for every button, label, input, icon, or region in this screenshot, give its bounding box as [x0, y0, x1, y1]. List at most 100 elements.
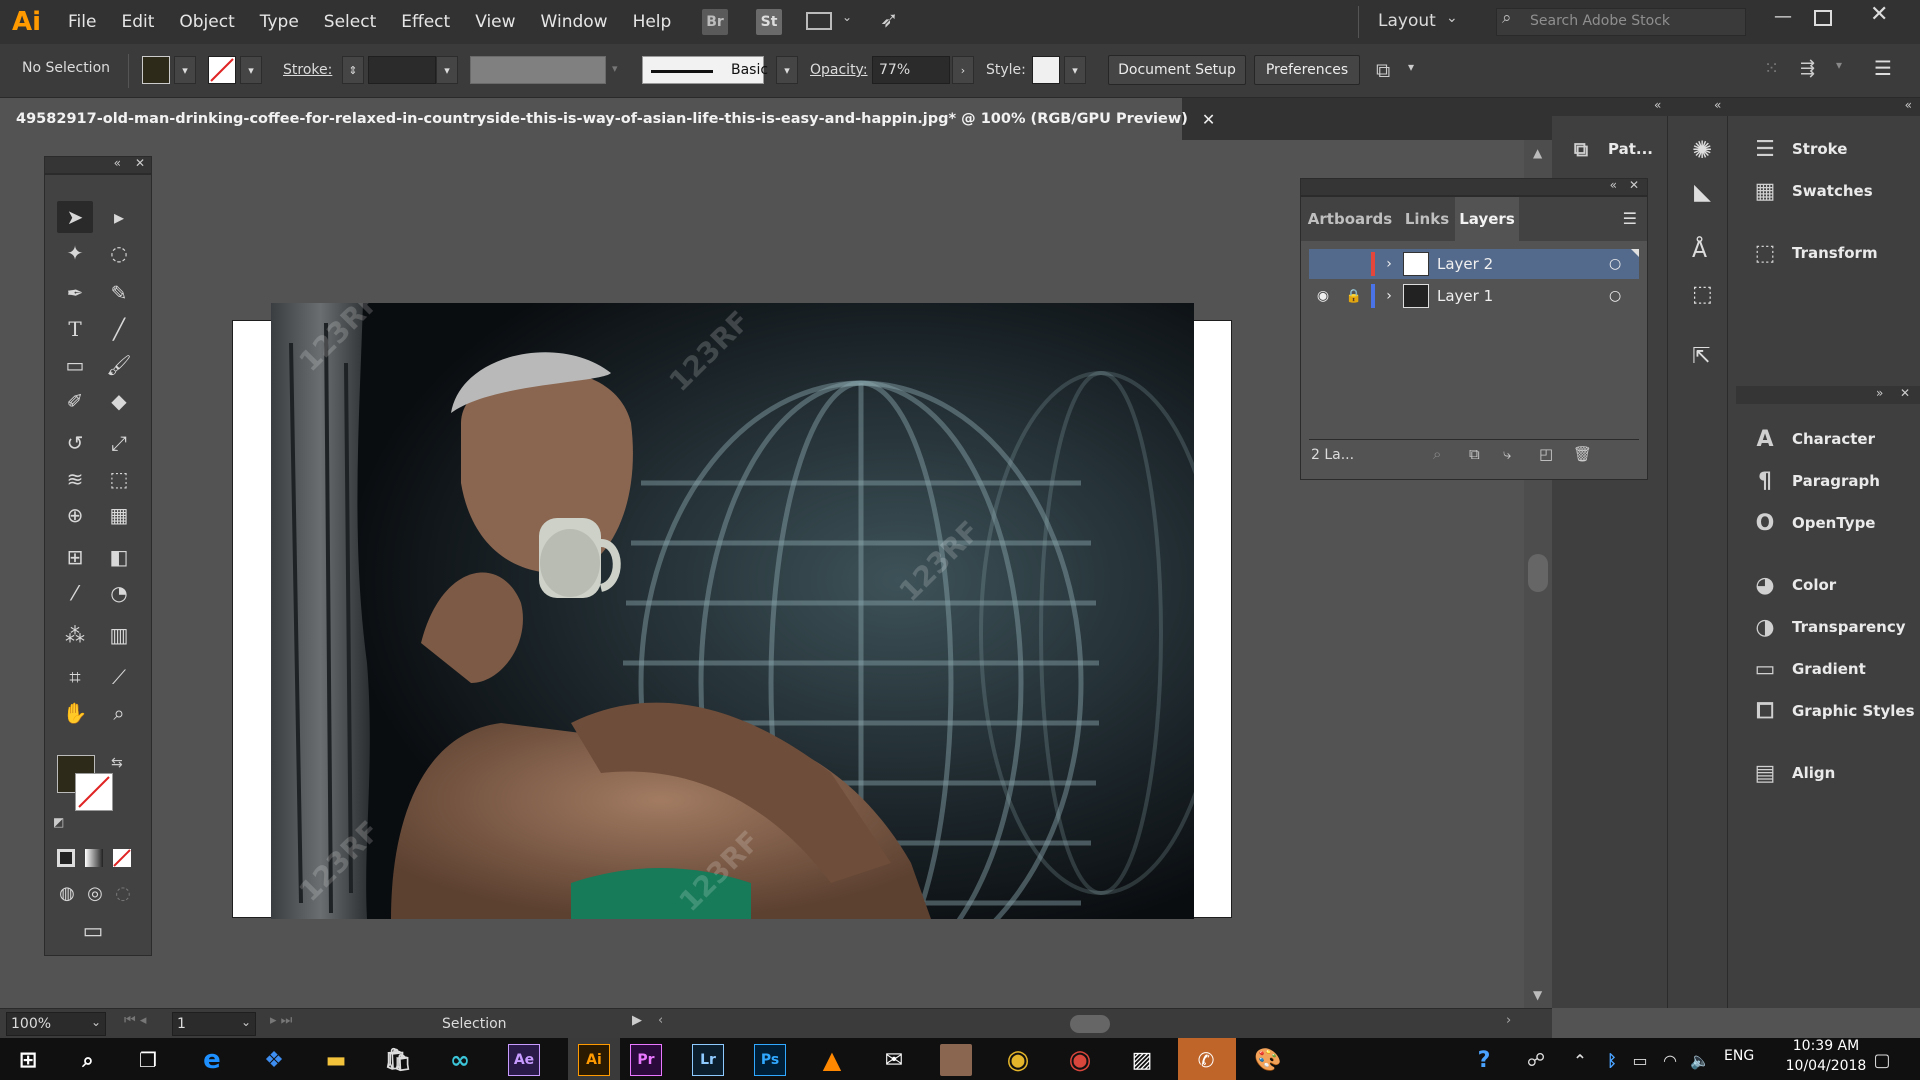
paintbrush-tool-icon[interactable]: 🖌 — [101, 349, 137, 381]
menu-edit[interactable]: Edit — [121, 12, 154, 32]
document-setup-button[interactable]: Document Setup — [1108, 55, 1246, 85]
menu-type[interactable]: Type — [260, 12, 299, 32]
chevron-down-icon[interactable]: ⌄ — [241, 1015, 251, 1029]
target-circle-icon[interactable]: ○ — [1609, 256, 1639, 272]
align-panel-button[interactable]: ▤ Align — [1752, 760, 1836, 786]
photoshop-icon[interactable]: Ps — [754, 1044, 786, 1076]
tools-panel-header[interactable]: « ✕ — [44, 156, 152, 174]
menu-file[interactable]: File — [68, 12, 96, 32]
stock-button[interactable]: St — [756, 9, 782, 35]
color-panel-button[interactable]: ◕ Color — [1752, 572, 1836, 598]
perspective-grid-tool-icon[interactable]: ▦ — [101, 499, 137, 531]
workspace-switcher[interactable]: Layout — [1378, 11, 1436, 31]
zoom-tool-icon[interactable]: ⌕ — [101, 697, 137, 729]
zoom-field[interactable]: 100% ⌄ — [6, 1012, 106, 1036]
chevron-down-icon[interactable]: ▾ — [1408, 60, 1414, 74]
collapse-icon[interactable]: « — [1654, 98, 1661, 112]
status-menu-icon[interactable]: ▶ — [632, 1013, 642, 1028]
graphic-styles-panel-button[interactable]: ⧠ Graphic Styles — [1752, 698, 1914, 724]
input-language[interactable]: ENG — [1724, 1048, 1754, 1064]
placed-photo[interactable]: 123RF 123RF 123RF 123RF 123RF — [271, 303, 1194, 919]
style-dropdown[interactable]: ▾ — [1064, 56, 1086, 84]
mesh-tool-icon[interactable]: ⊞ — [57, 541, 93, 573]
swap-fill-stroke-icon[interactable]: ⇆ — [111, 755, 123, 771]
eyedropper-tool-icon[interactable]: ⁄ — [57, 577, 93, 609]
brightness-icon[interactable]: ✺ — [1692, 136, 1712, 164]
stroke-weight-dropdown[interactable]: ▾ — [436, 56, 458, 84]
none-mode-icon[interactable] — [113, 849, 131, 867]
artboard-tool-icon[interactable]: ⌗ — [57, 661, 93, 693]
pen-tool-icon[interactable]: ✒ — [57, 277, 93, 309]
chrome-icon[interactable]: ◉ — [1064, 1044, 1096, 1076]
export-icon[interactable]: ⇱ — [1692, 344, 1710, 369]
hand-tool-icon[interactable]: ✋ — [57, 697, 93, 729]
symbol-sprayer-tool-icon[interactable]: ⁂ — [57, 619, 93, 651]
layer-row[interactable]: ◉ 🔒 › Layer 1 ○ — [1309, 281, 1639, 311]
tab-artboards[interactable]: Artboards — [1301, 197, 1399, 241]
mail-icon[interactable]: ✉ — [878, 1044, 910, 1076]
expand-layer-icon[interactable]: › — [1375, 288, 1403, 304]
close-window-icon[interactable]: ✕ — [1870, 2, 1888, 27]
chevron-up-icon[interactable]: ⌃ — [1564, 1044, 1596, 1076]
gradient-tool-icon[interactable]: ◧ — [101, 541, 137, 573]
fill-dropdown[interactable]: ▾ — [174, 56, 196, 84]
pathfinder-panel-button[interactable]: ⧉ Pat... — [1568, 136, 1653, 162]
curvature-tool-icon[interactable]: ✎ — [101, 277, 137, 309]
stroke-swatch[interactable] — [208, 56, 236, 84]
edge-icon[interactable]: e — [196, 1044, 228, 1076]
arrange-icon[interactable]: ⧉ — [1376, 58, 1390, 82]
free-transform-tool-icon[interactable]: ⬚ — [101, 463, 137, 495]
gradient-mode-icon[interactable] — [85, 849, 103, 867]
layers-panel-header[interactable]: « ✕ — [1300, 178, 1648, 196]
search-icon[interactable]: ⌕ — [72, 1044, 104, 1076]
rectangle-tool-icon[interactable]: ▭ — [57, 349, 93, 381]
opacity-label[interactable]: Opacity: — [810, 62, 868, 78]
scroll-right-icon[interactable]: › — [1506, 1013, 1511, 1028]
minimize-icon[interactable]: — — [1774, 6, 1792, 27]
brush-dropdown[interactable]: ▾ — [776, 56, 798, 84]
gradient-panel-button[interactable]: ▭ Gradient — [1752, 656, 1866, 682]
menu-object[interactable]: Object — [179, 12, 234, 32]
shaper-tool-icon[interactable]: ✐ — [57, 385, 93, 417]
opacity-slider-toggle[interactable]: › — [952, 56, 974, 84]
chevron-down-icon[interactable]: ⌄ — [842, 10, 852, 24]
variable-width-profile[interactable] — [470, 56, 606, 84]
clock-date[interactable]: 10/04/2018 — [1776, 1058, 1876, 1074]
expand-icon[interactable]: » — [1876, 386, 1883, 400]
lasso-tool-icon[interactable]: ◌ — [101, 237, 137, 269]
fill-swatch[interactable] — [142, 56, 170, 84]
direct-selection-tool-icon[interactable]: ▸ — [101, 201, 137, 233]
swatches-panel-button[interactable]: ▦ Swatches — [1752, 178, 1873, 204]
transform-panel-button[interactable]: ⬚ Transform — [1752, 240, 1878, 266]
infinity-app-icon[interactable]: ∞ — [444, 1044, 476, 1076]
restore-icon[interactable] — [1814, 10, 1832, 26]
scroll-left-icon[interactable]: ‹ — [658, 1013, 663, 1028]
chevron-down-icon[interactable]: ⌄ — [1446, 10, 1458, 26]
help-icon[interactable]: ? — [1468, 1044, 1500, 1076]
new-sublayer-icon[interactable]: ⤷ — [1503, 445, 1511, 463]
transparency-panel-button[interactable]: ◑ Transparency — [1752, 614, 1905, 640]
menu-select[interactable]: Select — [324, 12, 376, 32]
close-icon[interactable]: ✕ — [135, 156, 145, 170]
document-tab[interactable]: 49582917-old-man-drinking-coffee-for-rel… — [0, 98, 1215, 140]
paragraph-panel-button[interactable]: ¶ Paragraph — [1752, 468, 1880, 494]
menu-effect[interactable]: Effect — [401, 12, 450, 32]
notification-app-icon[interactable]: ✆ — [1190, 1044, 1222, 1076]
shape-icon[interactable]: ◣ — [1694, 180, 1711, 205]
people-icon[interactable]: ☍ — [1520, 1044, 1552, 1076]
magic-wand-tool-icon[interactable]: ✦ — [57, 237, 93, 269]
clock-time[interactable]: 10:39 AM — [1776, 1038, 1876, 1054]
symbols-icon[interactable]: ⬚ — [1692, 282, 1713, 307]
type-tool-icon[interactable]: T — [57, 313, 93, 345]
close-icon[interactable]: ✕ — [1629, 178, 1639, 192]
slice-tool-icon[interactable]: ⟋ — [101, 661, 137, 693]
stroke-weight-input[interactable] — [368, 56, 436, 84]
column-graph-tool-icon[interactable]: ▥ — [101, 619, 137, 651]
collapse-icon[interactable]: « — [1714, 98, 1721, 112]
expand-layer-icon[interactable]: › — [1375, 256, 1403, 272]
line-tool-icon[interactable]: ╱ — [101, 313, 137, 345]
graphic-style-swatch[interactable] — [1032, 56, 1060, 84]
selection-tool-icon[interactable]: ➤ — [57, 201, 93, 233]
horizontal-scroll-thumb[interactable] — [1070, 1015, 1110, 1033]
gpu-performance-icon[interactable]: ➶ — [880, 8, 898, 33]
